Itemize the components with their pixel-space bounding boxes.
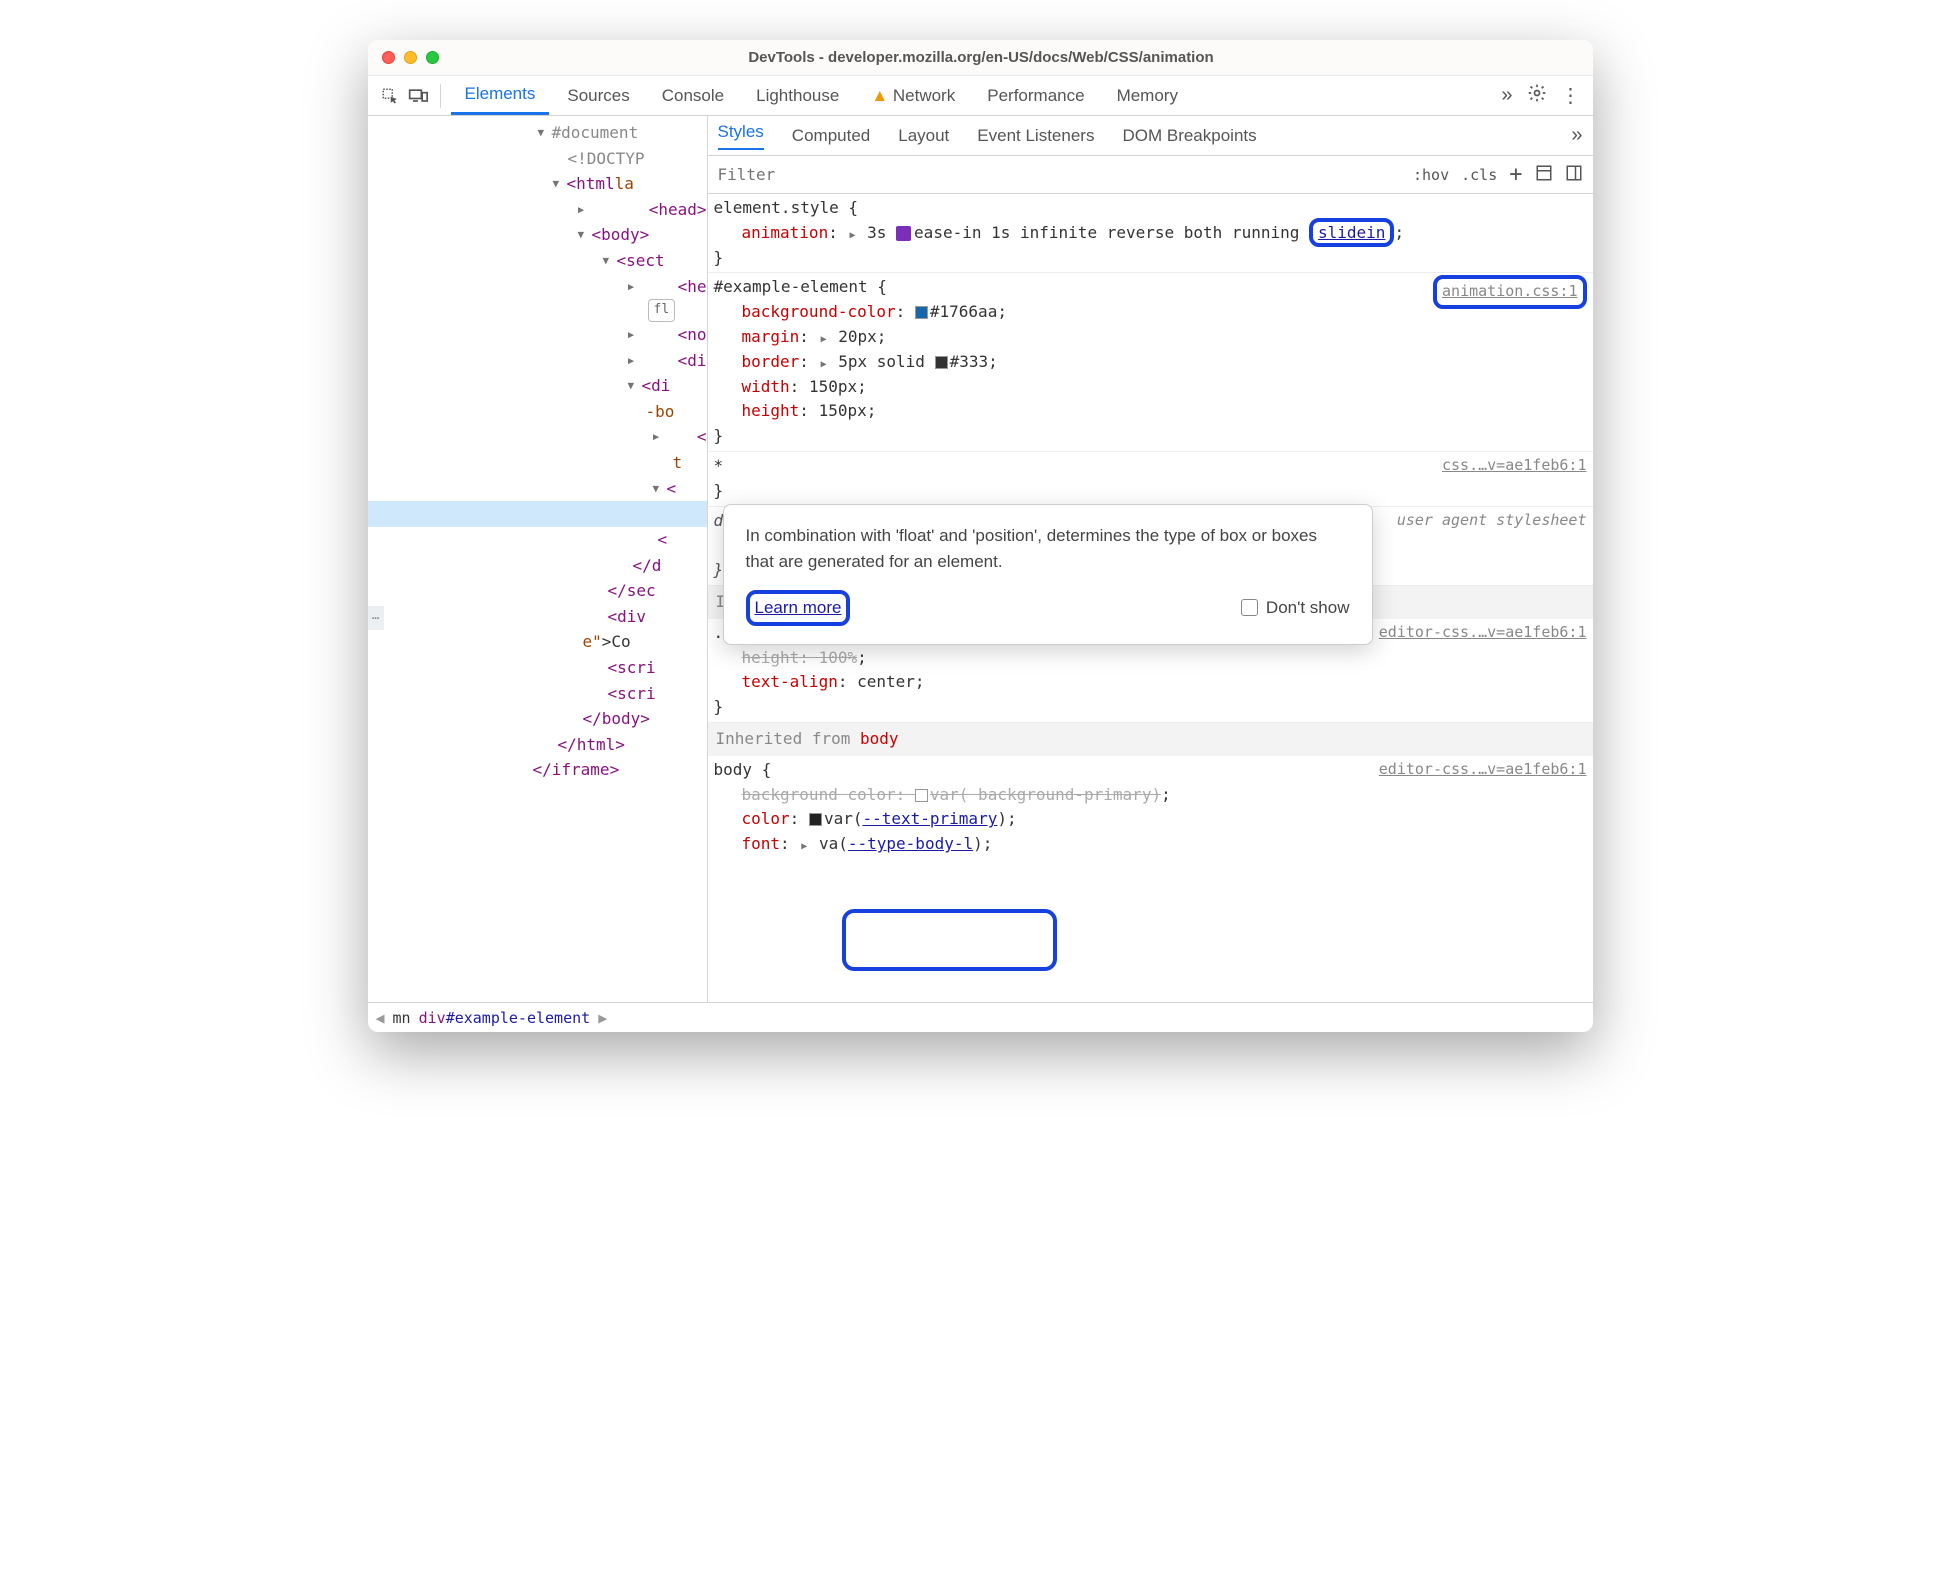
rule-element-style[interactable]: element.style { animation: 3s ease-in 1s… — [708, 194, 1593, 273]
dom-selected[interactable] — [368, 501, 707, 527]
device-toggle-icon[interactable] — [406, 84, 430, 108]
source-link-animation-css[interactable]: animation.css:1 — [1433, 275, 1586, 308]
tooltip-text: In combination with 'float' and 'positio… — [746, 523, 1350, 576]
breadcrumb-next-icon[interactable]: ▶ — [598, 1009, 607, 1027]
dom-script-2[interactable]: <scri — [368, 681, 707, 707]
kebab-menu-icon[interactable]: ⋮ — [1561, 83, 1581, 108]
main-toolbar: Elements Sources Console Lighthouse ▲ Ne… — [368, 76, 1593, 116]
source-user-agent: user agent stylesheet — [1397, 509, 1587, 532]
subtab-dom-breakpoints[interactable]: DOM Breakpoints — [1122, 126, 1256, 146]
window-title: DevTools - developer.mozilla.org/en-US/d… — [439, 49, 1579, 66]
checkbox-icon[interactable] — [1241, 599, 1258, 616]
tab-lighthouse[interactable]: Lighthouse — [742, 78, 853, 114]
dom-text[interactable]: t — [368, 450, 707, 476]
styles-panel: Styles Computed Layout Event Listeners D… — [708, 116, 1593, 1002]
rule-body[interactable]: editor-css.…v=ae1feb6:1 body { backgroun… — [708, 756, 1593, 859]
dom-close-sec[interactable]: </sec — [368, 578, 707, 604]
learn-more-link[interactable]: Learn more — [755, 598, 842, 617]
tab-console[interactable]: Console — [648, 78, 738, 114]
easing-icon[interactable] — [896, 226, 911, 241]
dom-badge[interactable]: fl — [368, 299, 707, 322]
dom-div-2[interactable]: <di — [368, 373, 707, 399]
tab-sources[interactable]: Sources — [553, 78, 643, 114]
subtab-styles[interactable]: Styles — [718, 122, 764, 150]
traffic-lights — [382, 51, 439, 64]
dom-close-di[interactable]: </d — [368, 553, 707, 579]
toggle-sidebar-icon[interactable] — [1565, 164, 1583, 186]
minimize-window-icon[interactable] — [404, 51, 417, 64]
rule-universal[interactable]: css.…v=ae1feb6:1 * } — [708, 452, 1593, 507]
highlight-box-vars — [842, 909, 1057, 971]
tab-network[interactable]: ▲ Network — [857, 78, 969, 114]
more-subtabs-icon[interactable]: » — [1571, 124, 1582, 147]
dom-attr-bo[interactable]: -bo — [368, 399, 707, 425]
close-window-icon[interactable] — [382, 51, 395, 64]
styles-rules-list: element.style { animation: 3s ease-in 1s… — [708, 194, 1593, 1002]
dom-child[interactable]: < — [368, 424, 707, 450]
dom-close-iframe[interactable]: </iframe> — [368, 757, 707, 783]
window-titlebar: DevTools - developer.mozilla.org/en-US/d… — [368, 40, 1593, 76]
settings-icon[interactable] — [1527, 83, 1547, 108]
dom-div-1[interactable]: <di — [368, 348, 707, 374]
rule-example-element[interactable]: animation.css:1 #example-element { backg… — [708, 273, 1593, 452]
tab-performance[interactable]: Performance — [973, 78, 1098, 114]
breadcrumb-item[interactable]: mn — [393, 1009, 411, 1027]
inspect-icon[interactable] — [378, 84, 402, 108]
dom-node[interactable]: #document — [368, 120, 707, 146]
animation-name-link[interactable]: slidein — [1318, 223, 1385, 242]
color-swatch-icon[interactable] — [915, 306, 928, 319]
dom-close-child[interactable]: < — [368, 527, 707, 553]
color-swatch-icon[interactable] — [935, 356, 948, 369]
dom-doctype[interactable]: <!DOCTYP — [368, 146, 707, 172]
breadcrumb-item-selected[interactable]: div#example-element — [419, 1009, 591, 1027]
color-swatch-icon[interactable] — [809, 813, 822, 826]
styles-subtabs: Styles Computed Layout Event Listeners D… — [708, 116, 1593, 156]
new-rule-icon[interactable]: + — [1509, 162, 1522, 187]
dom-section[interactable]: <sect — [368, 248, 707, 274]
dom-div-class[interactable]: <div — [368, 604, 707, 630]
dom-script-1[interactable]: <scri — [368, 655, 707, 681]
more-tabs-icon[interactable]: » — [1501, 84, 1512, 107]
hov-button[interactable]: :hov — [1413, 166, 1449, 184]
subtab-computed[interactable]: Computed — [792, 126, 870, 146]
gutter-marker: ⋯ — [368, 606, 384, 630]
dom-close-html[interactable]: </html> — [368, 732, 707, 758]
warning-icon: ▲ — [871, 86, 888, 105]
dont-show-checkbox[interactable]: Don't show — [1241, 595, 1350, 621]
dom-head[interactable]: <head> — [368, 197, 707, 223]
computed-styles-icon[interactable] — [1535, 164, 1553, 186]
styles-filter-bar: :hov .cls + — [708, 156, 1593, 194]
subtab-layout[interactable]: Layout — [898, 126, 949, 146]
breadcrumb-prev-icon[interactable]: ◀ — [376, 1009, 385, 1027]
source-link-editor-css-2[interactable]: editor-css.…v=ae1feb6:1 — [1379, 758, 1587, 781]
styles-filter-input[interactable] — [708, 156, 1404, 193]
dom-attr-e[interactable]: e">Co — [368, 629, 707, 655]
cls-button[interactable]: .cls — [1461, 166, 1497, 184]
tab-elements[interactable]: Elements — [451, 76, 550, 115]
source-link-css[interactable]: css.…v=ae1feb6:1 — [1442, 454, 1587, 477]
dom-html[interactable]: <html la — [368, 171, 707, 197]
tab-memory[interactable]: Memory — [1103, 78, 1192, 114]
dom-open-child[interactable]: < — [368, 476, 707, 502]
zoom-window-icon[interactable] — [426, 51, 439, 64]
dom-heading[interactable]: <he — [368, 274, 707, 300]
dom-close-body[interactable]: </body> — [368, 706, 707, 732]
breadcrumb-bar: ◀ mn div#example-element ▶ — [368, 1002, 1593, 1032]
source-link-editor-css[interactable]: editor-css.…v=ae1feb6:1 — [1379, 621, 1587, 644]
subtab-event-listeners[interactable]: Event Listeners — [977, 126, 1094, 146]
inherited-header-body: Inherited from body — [708, 723, 1593, 756]
dom-body[interactable]: <body> — [368, 222, 707, 248]
dom-noscript[interactable]: <no — [368, 322, 707, 348]
property-tooltip: In combination with 'float' and 'positio… — [723, 504, 1373, 645]
elements-tree-panel: ⋯ #document <!DOCTYP <html la <head> <bo… — [368, 116, 708, 1002]
